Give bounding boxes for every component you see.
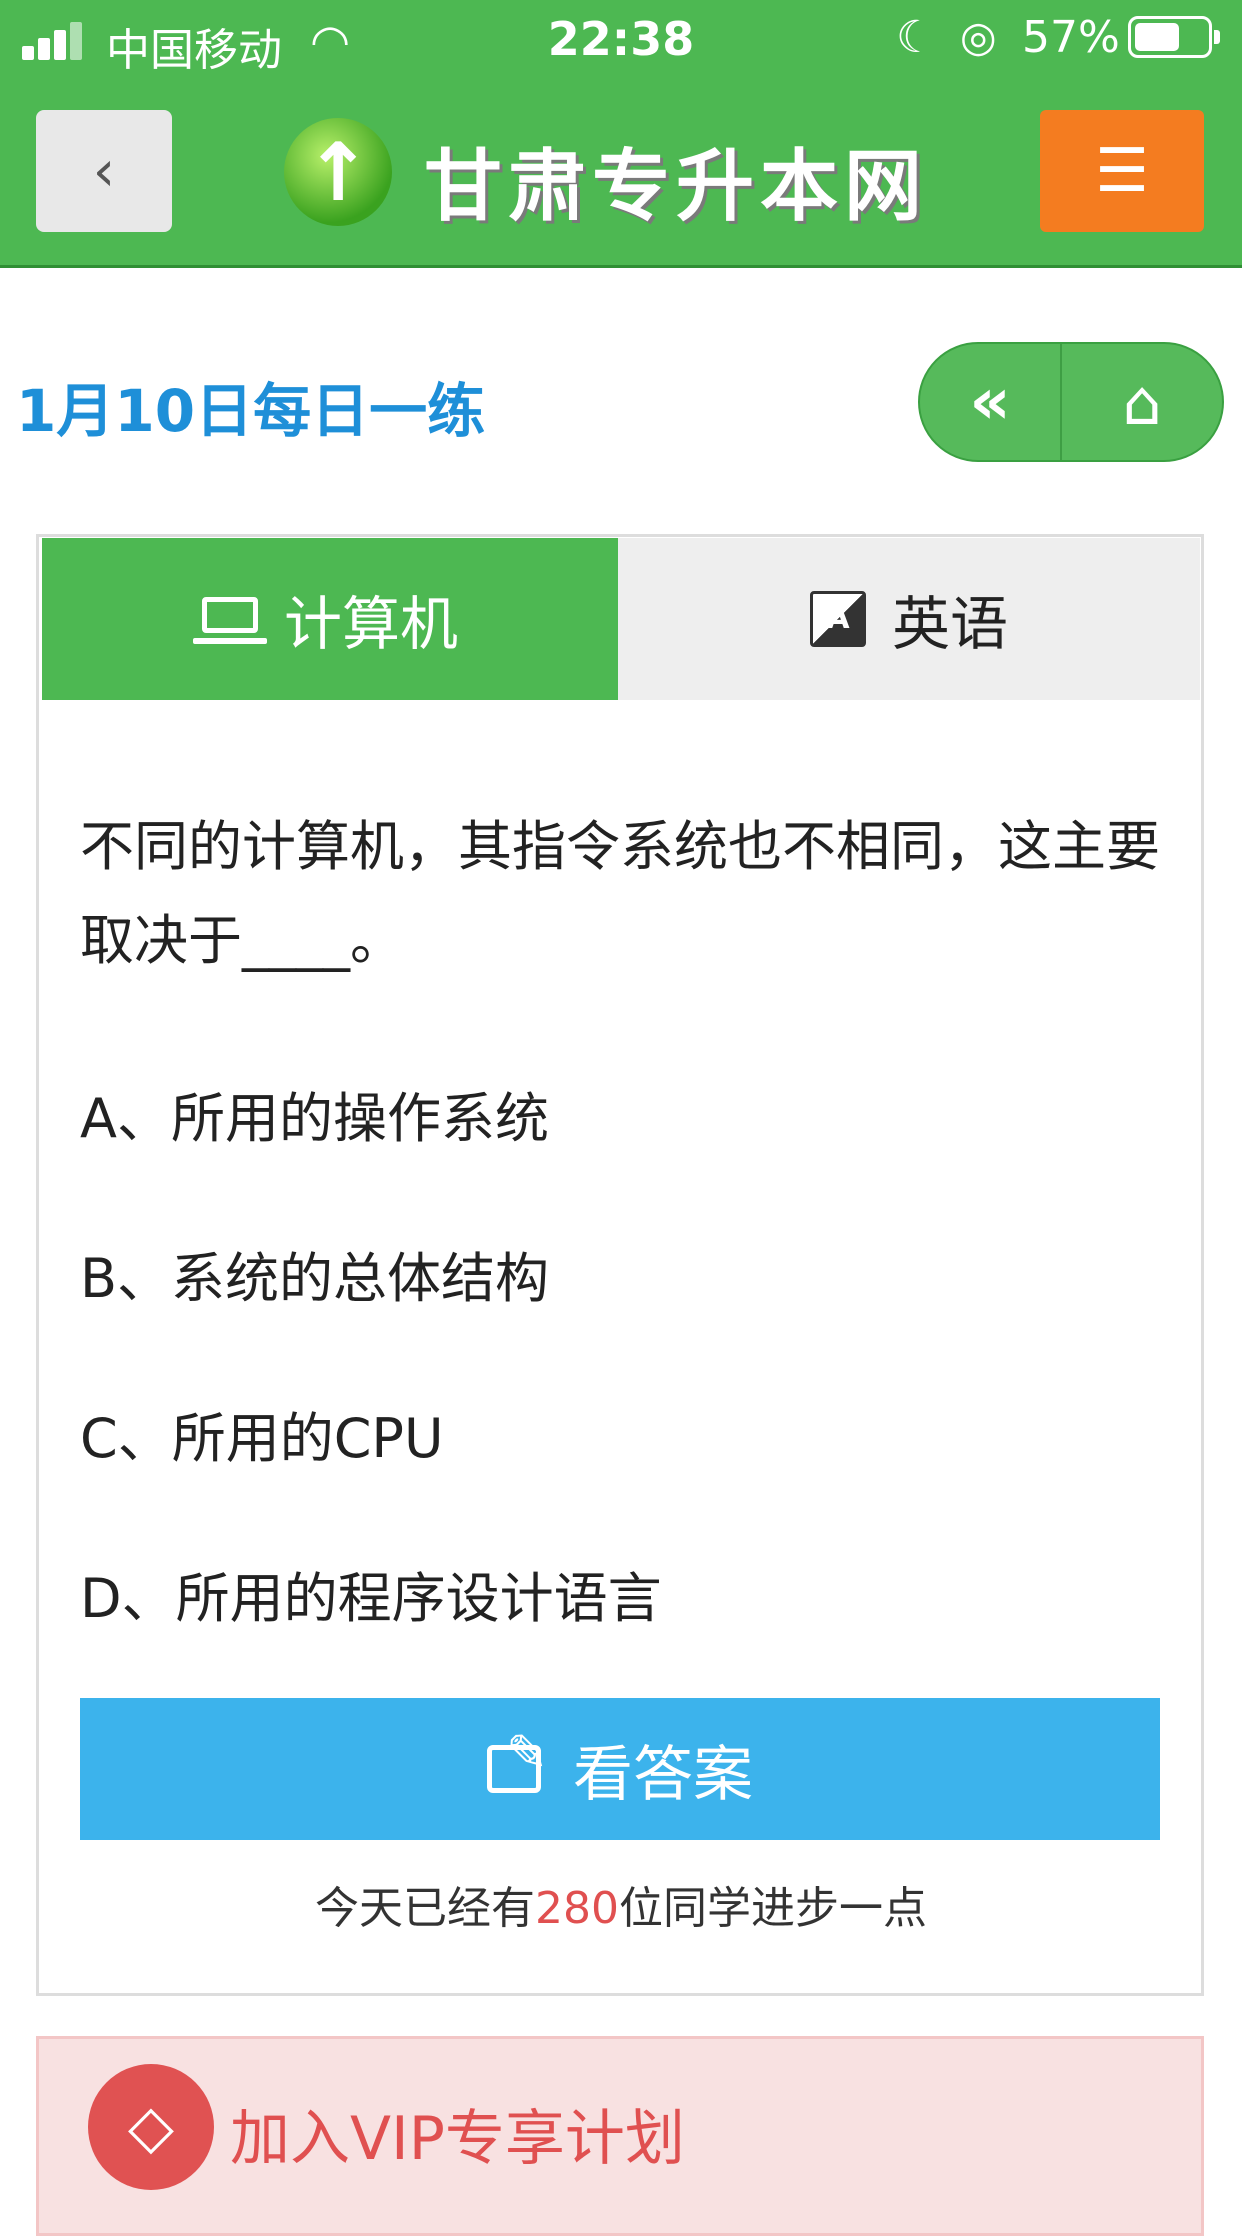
chevron-left-icon: ‹ [92,138,116,204]
option-a[interactable]: A、所用的操作系统 [80,1074,549,1153]
status-bar: 中国移动 ◠ 22:38 ☾ ◎ 57% [0,0,1242,80]
rotation-lock-icon: ◎ [960,12,997,61]
vip-label[interactable]: 加入VIP专享计划 [230,2090,685,2177]
view-answer-button[interactable]: 看答案 [80,1698,1160,1840]
tab-computer[interactable]: 计算机 [42,538,618,700]
hamburger-icon: ☰ [1095,136,1149,206]
double-chevron-left-icon: « [969,365,1011,439]
site-name[interactable]: 甘肃专升本网 [424,124,928,236]
battery-icon [1128,16,1220,58]
translate-icon: A [809,591,866,647]
tab-english[interactable]: A 英语 [618,538,1200,700]
battery-percent: 57% [1022,12,1120,63]
question-text: 不同的计算机，其指令系统也不相同，这主要取决于____。 [80,815,1160,972]
option-b[interactable]: B、系统的总体结构 [80,1234,549,1313]
laptop-icon [192,597,267,644]
site-logo-icon[interactable]: ↑ [284,118,392,226]
menu-button[interactable]: ☰ [1040,110,1204,232]
stat-count: 280 [535,1883,619,1934]
tab-label: 计算机 [283,590,458,658]
tab-label: 英语 [891,590,1008,658]
home-button[interactable]: ⌂ [1062,344,1222,460]
progress-stat: 今天已经有280位同学进步一点 [0,1872,1242,1936]
page-title: 1月10日每日一练 [16,377,486,445]
diamond-icon[interactable]: ◇ [88,2064,214,2190]
option-d[interactable]: D、所用的程序设计语言 [80,1554,662,1633]
nav-pill: « ⌂ [918,342,1224,462]
edit-icon [487,1724,548,1793]
stat-suffix: 位同学进步一点 [618,1883,927,1934]
option-c[interactable]: C、所用的CPU [80,1394,444,1473]
moon-icon: ☾ [896,12,936,63]
home-icon: ⌂ [1122,365,1162,439]
stat-prefix: 今天已经有 [315,1883,535,1934]
previous-button[interactable]: « [920,344,1060,460]
back-button[interactable]: ‹ [36,110,172,232]
view-answer-label: 看答案 [573,1739,753,1810]
